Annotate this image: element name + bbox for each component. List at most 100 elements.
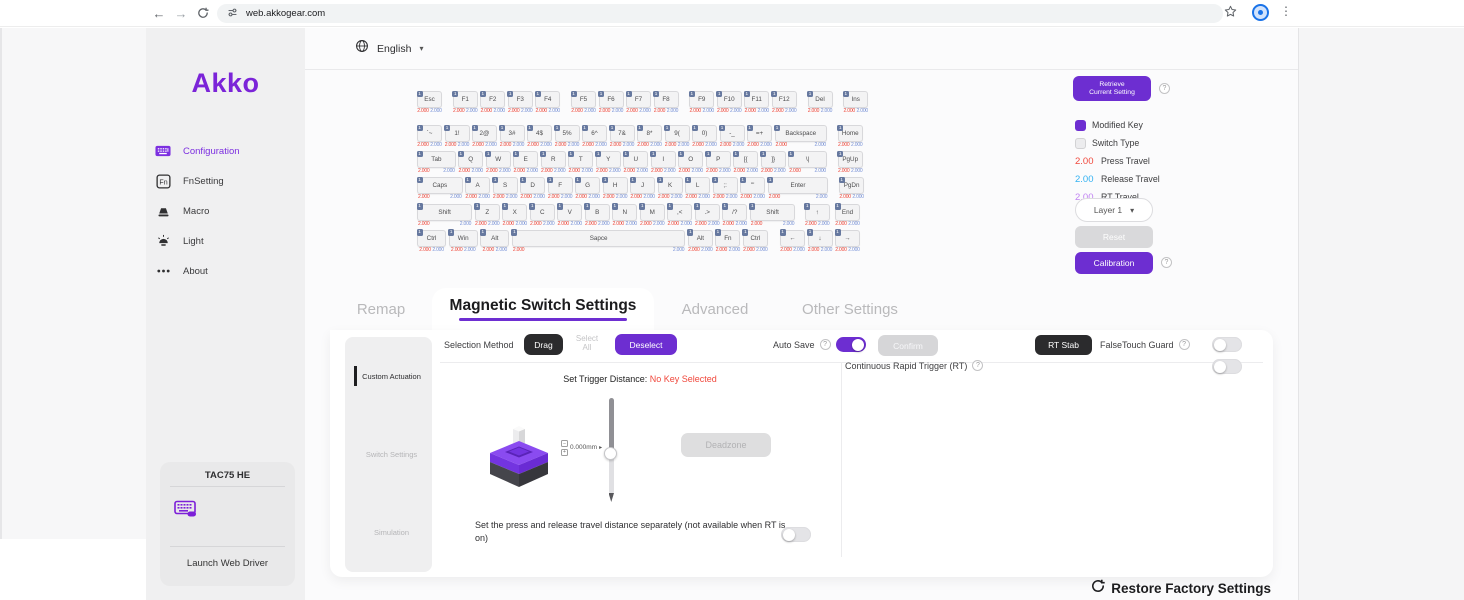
rt-stab-button[interactable]: RT Stab (1035, 335, 1092, 355)
key-caps[interactable]: 1Caps2.0002.000 (417, 177, 463, 201)
key-symbol[interactable]: 1;:2.0002.000 (713, 177, 738, 201)
key-symbol[interactable]: 1]}2.0002.000 (761, 151, 786, 175)
launch-web-driver-button[interactable]: Launch Web Driver (160, 558, 295, 569)
key-r[interactable]: 1R2.0002.000 (541, 151, 566, 175)
key-l[interactable]: 1L2.0002.000 (685, 177, 710, 201)
profile-avatar[interactable] (1252, 4, 1269, 21)
slider-track[interactable] (609, 398, 614, 494)
key-f2[interactable]: 1F22.0002.000 (480, 91, 505, 115)
key-2[interactable]: 12@2.0002.000 (472, 125, 497, 149)
tab-advanced[interactable]: Advanced (654, 288, 776, 330)
key-m[interactable]: 1M2.0002.000 (640, 204, 665, 228)
key-symbol[interactable]: 1[{2.0002.000 (733, 151, 758, 175)
subnav-item-custom-actuation[interactable]: Custom Actuation (356, 372, 421, 381)
key-v[interactable]: 1V2.0002.000 (557, 204, 582, 228)
key-arrow-left[interactable]: 1←2.0002.000 (780, 230, 805, 254)
switch-type-checkbox[interactable] (1075, 138, 1086, 149)
key-sapce[interactable]: 1Sapce2.0002.000 (512, 230, 686, 254)
subnav-item-switch-settings[interactable]: Switch Settings (360, 450, 417, 459)
key-k[interactable]: 1K2.0002.000 (658, 177, 683, 201)
key-9[interactable]: 19(2.0002.000 (665, 125, 690, 149)
key-arrow-right[interactable]: 1→2.0002.000 (835, 230, 860, 254)
key-symbol[interactable]: 1'"2.0002.000 (740, 177, 765, 201)
key-symbol[interactable]: 1/?2.0002.000 (722, 204, 747, 228)
separate-travel-toggle[interactable] (781, 527, 811, 542)
key-h[interactable]: 1H2.0002.000 (603, 177, 628, 201)
key-3[interactable]: 13#2.0002.000 (500, 125, 525, 149)
key-f[interactable]: 1F2.0002.000 (548, 177, 573, 201)
key-n[interactable]: 1N2.0002.000 (612, 204, 637, 228)
key-c[interactable]: 1C2.0002.000 (530, 204, 555, 228)
key-f3[interactable]: 1F32.0002.000 (508, 91, 533, 115)
key-symbol[interactable]: 1.>2.0002.000 (695, 204, 720, 228)
key-fn[interactable]: 1Fn2.0002.000 (715, 230, 740, 254)
language-selector[interactable]: English ▾ (355, 39, 423, 58)
key-q[interactable]: 1Q2.0002.000 (458, 151, 483, 175)
key-f5[interactable]: 1F52.0002.000 (571, 91, 596, 115)
help-icon[interactable]: ? (972, 360, 983, 371)
stepper-plus-icon[interactable]: + (561, 449, 568, 456)
key-ctrl[interactable]: 1Ctrl2.0002.000 (743, 230, 768, 254)
help-icon[interactable]: ? (820, 339, 831, 350)
browser-menu-icon[interactable]: ⋮ (1280, 4, 1292, 18)
key-backspace[interactable]: 1Backspace2.0002.000 (775, 125, 828, 149)
key-8[interactable]: 18*2.0002.000 (637, 125, 662, 149)
key-del[interactable]: 1Del2.0002.000 (808, 91, 833, 115)
continuous-rt-toggle[interactable] (1212, 359, 1242, 374)
key-w[interactable]: 1W2.0002.000 (486, 151, 511, 175)
key-symbol[interactable]: 1,<2.0002.000 (667, 204, 692, 228)
tab-other-settings[interactable]: Other Settings (776, 288, 924, 330)
sidebar-item-macro[interactable]: Macro (155, 196, 305, 226)
key-5[interactable]: 15%2.0002.000 (555, 125, 580, 149)
deadzone-button[interactable]: Deadzone (681, 433, 771, 457)
key-symbol[interactable]: 1-_2.0002.000 (720, 125, 745, 149)
deselect-button[interactable]: Deselect (615, 334, 677, 355)
key-arrow-up[interactable]: 1↑2.0002.000 (805, 204, 830, 228)
retrieve-current-setting-button[interactable]: Retrieve Current Setting (1073, 76, 1151, 101)
key-symbol[interactable]: 1=+2.0002.000 (747, 125, 772, 149)
key-ins[interactable]: 1Ins2.0002.000 (843, 91, 868, 115)
key-f10[interactable]: 1F102.0002.000 (717, 91, 742, 115)
key-t[interactable]: 1T2.0002.000 (568, 151, 593, 175)
layer-select[interactable]: Layer 1 ▾ (1075, 198, 1153, 222)
key-1[interactable]: 11!2.0002.000 (445, 125, 470, 149)
key-symbol[interactable]: 1`~2.0002.000 (417, 125, 442, 149)
key-home[interactable]: 1Home2.0002.000 (838, 125, 863, 149)
key-shift[interactable]: 1Shift2.0002.000 (417, 204, 472, 228)
key-i[interactable]: 1I2.0002.000 (651, 151, 676, 175)
sidebar-item-light[interactable]: Light (155, 226, 305, 256)
bookmark-star-icon[interactable] (1224, 5, 1237, 23)
key-esc[interactable]: 1Esc2.0002.000 (417, 91, 442, 115)
forward-icon[interactable]: → (172, 4, 190, 22)
key-6[interactable]: 16^2.0002.000 (582, 125, 607, 149)
key-enter[interactable]: 1Enter2.0002.000 (768, 177, 829, 201)
key-ctrl[interactable]: 1Ctrl2.0002.000 (417, 230, 446, 254)
url-bar[interactable]: web.akkogear.com (217, 4, 1223, 23)
key-tab[interactable]: 1Tab2.0002.000 (417, 151, 456, 175)
key-7[interactable]: 17&2.0002.000 (610, 125, 635, 149)
drag-button[interactable]: Drag (524, 334, 563, 355)
restore-factory-settings-button[interactable]: Restore Factory Settings (1091, 579, 1271, 598)
falsetouch-guard-toggle[interactable] (1212, 337, 1242, 352)
key-s[interactable]: 1S2.0002.000 (493, 177, 518, 201)
key-x[interactable]: 1X2.0002.000 (502, 204, 527, 228)
reload-icon[interactable] (194, 4, 212, 22)
key-end[interactable]: 1End2.0002.000 (835, 204, 860, 228)
key-pgup[interactable]: 1PgUp2.0002.000 (838, 151, 863, 175)
help-icon[interactable]: ? (1159, 83, 1170, 94)
help-icon[interactable]: ? (1179, 339, 1190, 350)
back-icon[interactable]: ← (150, 4, 168, 22)
key-u[interactable]: 1U2.0002.000 (623, 151, 648, 175)
key-symbol[interactable]: 1\|2.0002.000 (788, 151, 827, 175)
sidebar-item-configuration[interactable]: Configuration (155, 136, 305, 166)
slider-handle[interactable] (604, 447, 617, 460)
key-f12[interactable]: 1F122.0002.000 (772, 91, 797, 115)
key-alt[interactable]: 1Alt2.0002.000 (688, 230, 713, 254)
sidebar-item-fnsetting[interactable]: FnFnSetting (155, 166, 305, 196)
help-icon[interactable]: ? (1161, 257, 1172, 268)
auto-save-toggle[interactable] (836, 337, 866, 352)
key-win[interactable]: 1Win2.0002.000 (449, 230, 478, 254)
key-z[interactable]: 1Z2.0002.000 (475, 204, 500, 228)
key-f7[interactable]: 1F72.0002.000 (626, 91, 651, 115)
key-f8[interactable]: 1F82.0002.000 (654, 91, 679, 115)
